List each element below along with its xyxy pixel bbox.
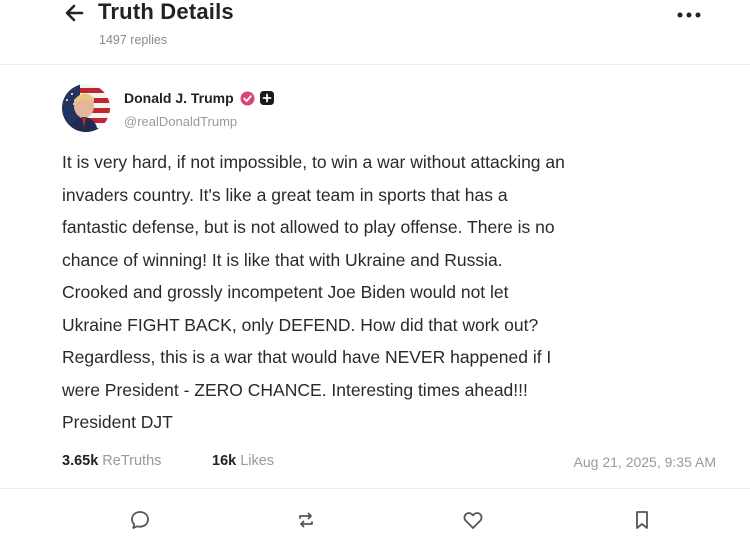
reply-count: 1497 replies: [99, 33, 168, 47]
likes-stat[interactable]: 16k Likes: [212, 453, 274, 469]
bookmark-icon[interactable]: [630, 508, 654, 532]
author-handle: @realDonaldTrump: [124, 114, 238, 129]
more-horizontal-icon[interactable]: [676, 11, 702, 19]
verified-badge-icon: [240, 91, 255, 105]
avatar-image: [62, 84, 110, 132]
page-title: Truth Details: [98, 0, 234, 24]
post-text: It is very hard, if not impossible, to w…: [62, 152, 565, 432]
stats-divider: [0, 488, 750, 489]
comment-icon[interactable]: [128, 508, 152, 532]
header-divider: [0, 64, 750, 65]
heart-icon[interactable]: [461, 508, 485, 532]
author-name[interactable]: Donald J. Trump: [124, 90, 234, 106]
header-bar: Truth Details 1497 replies: [0, 0, 750, 60]
retruth-icon[interactable]: [294, 508, 318, 532]
plus-square-icon[interactable]: [259, 91, 274, 105]
avatar[interactable]: [62, 84, 110, 132]
action-bar: [0, 500, 750, 540]
likes-count: 16k: [212, 453, 237, 469]
arrow-left-icon[interactable]: [62, 2, 88, 24]
retruths-stat[interactable]: 3.65k ReTruths: [62, 453, 161, 469]
retruths-label: ReTruths: [102, 453, 162, 469]
post-timestamp: Aug 21, 2025, 9:35 AM: [573, 454, 716, 470]
retruths-count: 3.65k: [62, 453, 99, 469]
post-stats: 3.65k ReTruths 16k Likes Aug 21, 2025, 9:3…: [62, 453, 722, 475]
author-row: Donald J. Trump: [124, 89, 274, 107]
likes-label: Likes: [240, 453, 275, 469]
